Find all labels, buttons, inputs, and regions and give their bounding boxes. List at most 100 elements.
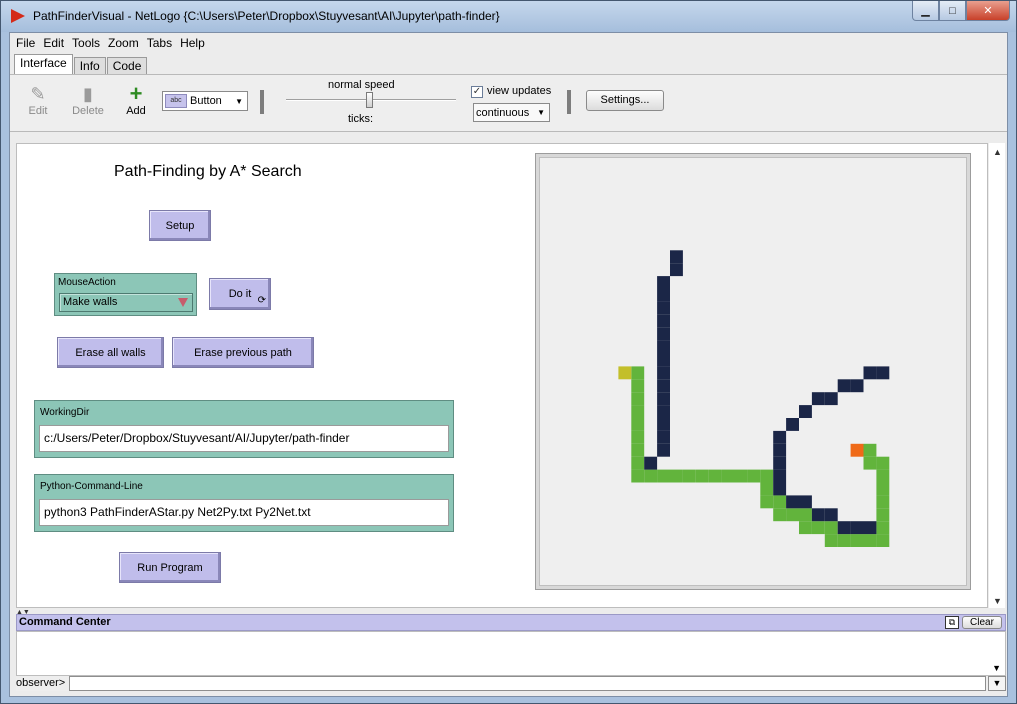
model-title-note: Path-Finding by A* Search — [114, 163, 302, 180]
clear-button[interactable]: Clear — [962, 616, 1002, 629]
widget-type-select[interactable]: abc Button ▼ — [162, 91, 248, 111]
view-updates-checkbox[interactable]: ✓ — [471, 86, 483, 98]
menu-tabs[interactable]: Tabs — [147, 36, 172, 50]
menu-tools[interactable]: Tools — [72, 36, 100, 50]
netlogo-window: PathFinderVisual - NetLogo {C:\Users\Pet… — [0, 0, 1017, 704]
wall-patch — [811, 508, 825, 522]
history-dropdown-icon[interactable]: ▼ — [988, 676, 1006, 691]
world-view-frame — [535, 153, 971, 590]
path-patch — [876, 482, 890, 496]
path-patch — [682, 469, 696, 483]
edit-tool-label: Edit — [28, 105, 48, 117]
run-program-label: Run Program — [137, 561, 203, 574]
python-command-field[interactable]: python3 PathFinderAStar.py Net2Py.txt Py… — [39, 499, 449, 526]
path-patch — [670, 469, 683, 483]
tab-interface[interactable]: Interface — [14, 54, 73, 74]
command-center-title: Command Center — [19, 616, 111, 628]
app-client-area: File Edit Tools Zoom Tabs Help Interface… — [9, 32, 1008, 697]
mouse-action-chooser[interactable]: MouseAction Make walls — [54, 273, 197, 316]
netlogo-logo-icon — [11, 9, 25, 23]
update-mode-value: continuous — [476, 106, 530, 119]
title-bar[interactable]: PathFinderVisual - NetLogo {C:\Users\Pet… — [1, 1, 1016, 32]
interface-scrollbar[interactable]: ▲ ▼ — [989, 143, 1005, 608]
interface-canvas: Path-Finding by A* Search Setup MouseAct… — [16, 143, 988, 608]
wall-patch — [657, 314, 670, 328]
path-patch — [876, 456, 890, 470]
do-it-button[interactable]: Do it ⟳ — [209, 278, 271, 310]
run-program-button[interactable]: Run Program — [119, 552, 221, 583]
scroll-down-icon[interactable]: ▼ — [992, 663, 1001, 673]
wall-patch — [876, 366, 890, 380]
wall-patch — [670, 263, 683, 277]
path-patch — [760, 495, 774, 509]
path-patch — [863, 534, 877, 547]
scroll-down-icon[interactable]: ▼ — [993, 596, 1002, 606]
window-controls: ▁ □ ✕ — [912, 1, 1010, 21]
working-dir-field[interactable]: c:/Users/Peter/Dropbox/Stuyvesant/AI/Jup… — [39, 425, 449, 452]
path-patch — [721, 469, 735, 483]
path-patch — [863, 456, 877, 470]
wall-patch — [837, 521, 851, 535]
start-patch — [618, 366, 632, 380]
command-center-output[interactable]: ▼ — [16, 631, 1006, 676]
agent-type-prompt[interactable]: observer> — [16, 676, 65, 691]
menu-help[interactable]: Help — [180, 36, 205, 50]
menu-file[interactable]: File — [16, 36, 35, 50]
path-patch — [708, 469, 722, 483]
scroll-up-icon[interactable]: ▲ — [993, 147, 1002, 157]
path-patch — [876, 508, 890, 522]
wall-patch — [644, 456, 658, 470]
speed-label: normal speed — [328, 79, 395, 91]
wall-patch — [657, 405, 670, 418]
wall-patch — [786, 495, 799, 509]
tab-code[interactable]: Code — [106, 57, 148, 74]
chevron-down-icon: ▼ — [537, 108, 545, 117]
view-updates-label: view updates — [487, 85, 552, 97]
path-patch — [631, 379, 645, 393]
window-title: PathFinderVisual - NetLogo {C:\Users\Pet… — [33, 9, 500, 23]
wall-patch — [811, 392, 825, 406]
wall-patch — [824, 508, 838, 522]
chevron-down-icon: ▼ — [235, 96, 243, 106]
settings-button[interactable]: Settings... — [586, 90, 664, 111]
tab-info[interactable]: Info — [73, 57, 106, 74]
wall-patch — [863, 521, 877, 535]
delete-tool-button[interactable]: ▮ Delete — [66, 83, 110, 117]
add-tool-button[interactable]: + Add — [114, 83, 158, 118]
wall-patch — [657, 353, 670, 367]
erase-all-walls-button[interactable]: Erase all walls — [57, 337, 164, 368]
dropdown-arrow-icon — [178, 298, 188, 307]
wall-patch — [657, 301, 670, 315]
erase-previous-path-button[interactable]: Erase previous path — [172, 337, 314, 368]
wall-patch — [657, 366, 670, 380]
python-command-label: Python-Command-Line — [40, 481, 143, 492]
menu-bar: File Edit Tools Zoom Tabs Help — [10, 33, 1007, 53]
toolbar-separator — [567, 90, 571, 114]
maximize-button[interactable]: □ — [939, 1, 966, 21]
speed-slider-thumb[interactable] — [366, 92, 373, 108]
edit-tool-button[interactable]: ✎ Edit — [16, 83, 60, 117]
update-mode-select[interactable]: continuous ▼ — [473, 103, 550, 122]
path-patch — [734, 469, 748, 483]
wall-patch — [850, 379, 864, 393]
menu-edit[interactable]: Edit — [43, 36, 64, 50]
setup-button[interactable]: Setup — [149, 210, 211, 241]
world-view[interactable] — [539, 157, 967, 586]
wall-patch — [799, 495, 812, 509]
world-grid[interactable] — [540, 158, 968, 587]
menu-zoom[interactable]: Zoom — [108, 36, 139, 50]
path-patch — [824, 521, 838, 535]
close-button[interactable]: ✕ — [966, 1, 1010, 21]
button-widget-icon: abc — [165, 94, 187, 108]
path-patch — [876, 495, 890, 509]
detach-window-icon[interactable]: ⧉ — [945, 616, 959, 629]
minimize-button[interactable]: ▁ — [912, 1, 939, 21]
mouse-action-value-box[interactable]: Make walls — [59, 293, 193, 312]
command-input[interactable] — [69, 676, 986, 691]
wall-patch — [799, 405, 812, 418]
wall-patch — [657, 327, 670, 341]
path-patch — [631, 405, 645, 418]
path-patch — [811, 521, 825, 535]
wall-patch — [657, 430, 670, 444]
wall-patch — [837, 379, 851, 393]
